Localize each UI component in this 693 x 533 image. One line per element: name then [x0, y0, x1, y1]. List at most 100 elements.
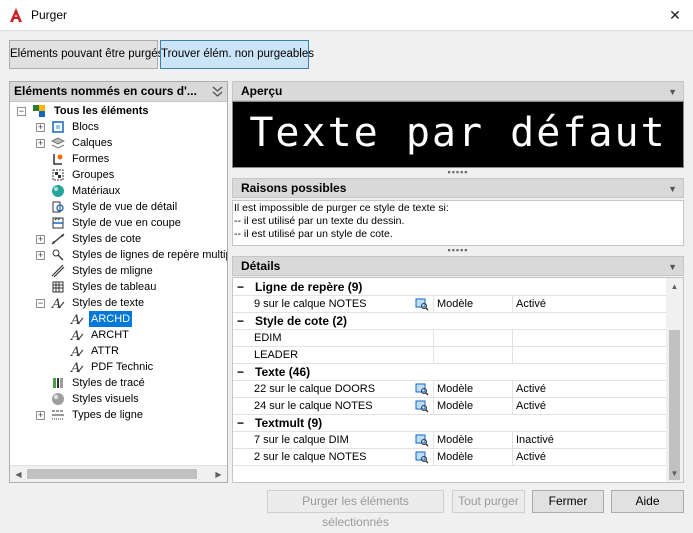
tree-item-pdf-technic[interactable]: A PDF Technic — [10, 359, 227, 375]
text-style-icon: A — [70, 361, 84, 374]
zoom-to-object-icon[interactable] — [415, 451, 429, 464]
state-cell: Activé — [516, 400, 546, 412]
zoom-to-object-icon[interactable] — [415, 434, 429, 447]
details-group[interactable]: − Style de cote (2) — [233, 313, 668, 330]
scroll-thumb[interactable] — [27, 469, 197, 479]
tree-horizontal-scrollbar[interactable]: ◀ ▶ — [10, 465, 227, 482]
tree-item-archd[interactable]: A ARCHD — [10, 311, 227, 327]
triangle-down-icon[interactable]: ▼ — [668, 180, 677, 198]
collapse-icon[interactable]: − — [36, 299, 45, 308]
help-button[interactable]: Aide — [611, 490, 684, 513]
tree-item-mline-styles[interactable]: Styles de mligne — [10, 263, 227, 279]
tree-item-label: Styles de mligne — [72, 265, 153, 277]
linetype-icon — [52, 410, 64, 420]
splitter-grip-icon[interactable]: ▪▪▪▪▪ — [232, 168, 684, 177]
space-cell: Modèle — [433, 381, 513, 398]
multiline-style-icon — [51, 264, 65, 278]
details-row[interactable]: 24 sur le calque NOTES Modèle Activé — [233, 398, 668, 415]
details-row[interactable]: 22 sur le calque DOORS Modèle Activé — [233, 381, 668, 398]
tree-item-dim-styles[interactable]: + Styles de cote — [10, 231, 227, 247]
scroll-right-arrow-icon[interactable]: ▶ — [210, 466, 227, 483]
tree-item-label: Styles de tracé — [72, 377, 145, 389]
details-header[interactable]: Détails ▼ — [232, 256, 684, 276]
tree-item-label: ARCHT — [91, 329, 129, 341]
expand-icon[interactable]: + — [36, 123, 45, 132]
collapse-chevron-icon[interactable] — [212, 86, 223, 97]
block-icon — [52, 121, 64, 133]
tree-item-detail-view-style[interactable]: Style de vue de détail — [10, 199, 227, 215]
tree-item-archt[interactable]: A ARCHT — [10, 327, 227, 343]
tree-item-visual-styles[interactable]: Styles visuels — [10, 391, 227, 407]
title-bar: Purger ✕ — [0, 0, 693, 31]
zoom-to-object-icon[interactable] — [415, 298, 429, 311]
expand-icon[interactable]: + — [36, 251, 45, 260]
details-row[interactable]: EDIM — [233, 330, 668, 347]
details-row[interactable]: 9 sur le calque NOTES Modèle Activé — [233, 296, 668, 313]
close-window-button[interactable]: ✕ — [657, 0, 693, 31]
tree-item-attr[interactable]: A ATTR — [10, 343, 227, 359]
collapse-icon[interactable]: − — [237, 415, 244, 432]
expand-icon[interactable]: + — [36, 235, 45, 244]
collapse-icon[interactable]: − — [237, 364, 244, 381]
scroll-left-arrow-icon[interactable]: ◀ — [10, 466, 27, 483]
named-items-panel: Eléments nommés en cours d'... − Tous le… — [9, 81, 228, 483]
zoom-to-object-icon[interactable] — [415, 400, 429, 413]
preview-header[interactable]: Aperçu ▼ — [232, 81, 684, 101]
collapse-icon[interactable]: − — [17, 107, 26, 116]
window-title: Purger — [31, 8, 68, 22]
all-items-icon — [33, 105, 45, 117]
tree-item-label: Style de vue de détail — [72, 201, 178, 213]
tree-item-formes[interactable]: Formes — [10, 151, 227, 167]
triangle-down-icon[interactable]: ▼ — [668, 83, 677, 101]
tree-item-materiaux[interactable]: Matériaux — [10, 183, 227, 199]
tree-item-mleader-styles[interactable]: + Styles de lignes de repère multiple — [10, 247, 227, 263]
collapse-icon[interactable]: − — [237, 313, 244, 330]
preview-header-label: Aperçu — [241, 84, 283, 98]
tree-item-calques[interactable]: + Calques — [10, 135, 227, 151]
scroll-thumb[interactable] — [669, 330, 680, 480]
tree-item-linetypes[interactable]: + Types de ligne — [10, 407, 227, 423]
scroll-up-arrow-icon[interactable]: ▲ — [666, 278, 683, 295]
tree-item-text-styles[interactable]: − A Styles de texte — [10, 295, 227, 311]
plot-style-icon — [53, 378, 63, 388]
details-row[interactable]: 2 sur le calque NOTES Modèle Activé — [233, 449, 668, 466]
svg-text:A: A — [70, 313, 80, 326]
expand-icon[interactable]: + — [36, 411, 45, 420]
details-row[interactable]: 7 sur le calque DIM Modèle Inactivé — [233, 432, 668, 449]
svg-text:A: A — [70, 345, 80, 358]
tree-item-groupes[interactable]: Groupes — [10, 167, 227, 183]
close-button[interactable]: Fermer — [532, 490, 604, 513]
details-row[interactable]: LEADER — [233, 347, 668, 364]
details-list[interactable]: − Ligne de repère (9) 9 sur le calque NO… — [232, 277, 684, 483]
svg-text:A: A — [70, 329, 80, 342]
expand-icon[interactable]: + — [36, 139, 45, 148]
collapse-icon[interactable]: − — [237, 279, 244, 296]
splitter-grip-icon[interactable]: ▪▪▪▪▪ — [232, 246, 684, 255]
multileader-style-icon — [52, 249, 64, 261]
scroll-down-arrow-icon[interactable]: ▼ — [666, 465, 683, 482]
tree-item-label: ATTR — [91, 345, 119, 357]
purge-all-button[interactable]: Tout purger — [452, 490, 525, 513]
reasons-header[interactable]: Raisons possibles ▼ — [232, 178, 684, 198]
tab-purgeable-items[interactable]: Eléments pouvant être purgés — [9, 40, 163, 69]
details-group-title: Style de cote (2) — [255, 314, 348, 328]
tab-non-purgeable-items[interactable]: Trouver élém. non purgeables — [160, 40, 314, 69]
tree-item-plot-styles[interactable]: Styles de tracé — [10, 375, 227, 391]
details-group[interactable]: − Texte (46) — [233, 364, 668, 381]
tree-item-label: Matériaux — [72, 185, 121, 197]
triangle-down-icon[interactable]: ▼ — [668, 258, 677, 276]
details-vertical-scrollbar[interactable]: ▲ ▼ — [666, 278, 683, 482]
details-group-title: Ligne de repère (9) — [255, 280, 363, 294]
tree-item-label: Styles de tableau — [72, 281, 157, 293]
space-cell — [433, 330, 513, 347]
tree-item-table-styles[interactable]: Styles de tableau — [10, 279, 227, 295]
tree-item-blocs[interactable]: + Blocs — [10, 119, 227, 135]
details-group[interactable]: − Textmult (9) — [233, 415, 668, 432]
reasons-header-label: Raisons possibles — [241, 181, 347, 195]
tree-root[interactable]: − Tous les éléments — [10, 103, 227, 119]
tree-item-section-view-style[interactable]: Style de vue en coupe — [10, 215, 227, 231]
named-items-tree[interactable]: − Tous les éléments + Blocs + Calques Fo… — [10, 103, 227, 465]
zoom-to-object-icon[interactable] — [415, 383, 429, 396]
purge-selected-button[interactable]: Purger les éléments sélectionnés — [267, 490, 444, 529]
details-group[interactable]: − Ligne de repère (9) — [233, 279, 668, 296]
